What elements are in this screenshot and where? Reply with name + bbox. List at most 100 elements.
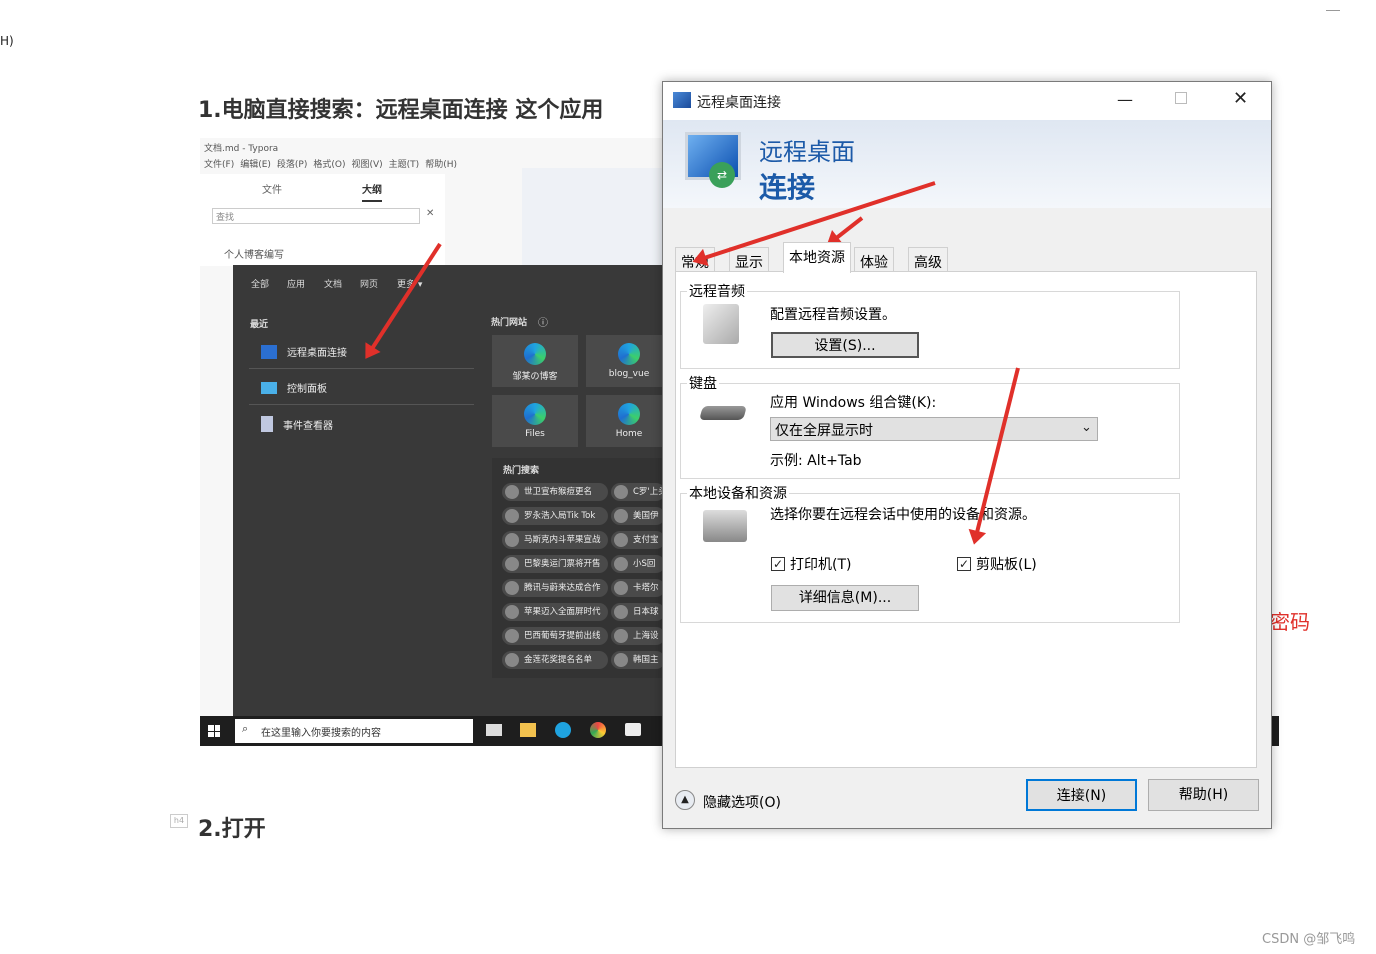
recent-item[interactable]: 事件查看器 (249, 407, 474, 441)
hot-search-item[interactable]: 腾讯与蔚来达成合作 (502, 579, 608, 597)
edge-icon (524, 403, 546, 425)
devices-group: 本地设备和资源 选择你要在远程会话中使用的设备和资源。 ✓ 打印机(T) ✓ 剪… (680, 483, 1180, 623)
site-tile[interactable]: Home (586, 395, 665, 447)
hot-search-item[interactable]: 上海设 (611, 627, 665, 645)
connect-arrows-icon: ⇄ (709, 162, 735, 188)
maximize-button[interactable] (1175, 92, 1187, 104)
rdp-icon (261, 344, 277, 359)
keyboard-example: 示例: Alt+Tab (770, 453, 862, 469)
site-tile[interactable]: Files (492, 395, 578, 447)
hot-search-item[interactable]: 支付宝 (611, 531, 665, 549)
rdp-app-icon (673, 92, 691, 108)
tile-label: 邹某の博客 (512, 372, 558, 382)
recent-item[interactable]: 控制面板 (249, 371, 474, 405)
start-menu: 全部 应用 文档 网页 更多 ▾ 最近 远程桌面连接 控制面板 事件查看器 热门… (233, 265, 665, 716)
minimize-button[interactable]: — (1117, 90, 1133, 109)
search-icon: ⌕ (242, 722, 249, 735)
hot-search-item[interactable]: 美国伊 (611, 507, 665, 525)
windows-icon[interactable] (208, 725, 220, 737)
event-viewer-icon (261, 416, 273, 432)
hot-search-item[interactable]: 世卫宣布猴痘更名 (502, 483, 608, 501)
start-tab-docs[interactable]: 文档 (324, 277, 342, 290)
hot-search-item[interactable]: 巴西葡萄牙提前出线 (502, 627, 608, 645)
tab-experience[interactable]: 体验 (854, 247, 894, 273)
tab-panel: 远程音频 配置远程音频设置。 设置(S)... 键盘 应用 Windows 组合… (675, 271, 1257, 768)
tile-label: blog_vue (608, 369, 650, 379)
devices-desc: 选择你要在远程会话中使用的设备和资源。 (770, 507, 1036, 523)
connect-button[interactable]: 连接(N) (1026, 779, 1137, 811)
menu-item[interactable]: 格式(O) (313, 157, 345, 170)
hot-search-item[interactable]: 巴黎奥运门票将开售 (502, 555, 608, 573)
collapse-icon[interactable]: ▲ (675, 790, 695, 810)
tab-advanced[interactable]: 高级 (908, 247, 948, 273)
control-panel-icon (261, 381, 277, 394)
chevron-down-icon[interactable]: ⌄ (1081, 420, 1092, 435)
camera-icon[interactable] (625, 723, 641, 736)
recent-item-label: 控制面板 (287, 384, 327, 395)
edge-icon (524, 343, 546, 365)
audio-settings-button[interactable]: 设置(S)... (771, 332, 919, 358)
hide-options-link[interactable]: 隐藏选项(O) (703, 792, 781, 812)
site-tile[interactable]: blog_vue (586, 335, 665, 387)
chrome-icon[interactable] (590, 722, 606, 738)
menu-item[interactable]: 帮助(H) (425, 157, 457, 170)
keyboard-icon (699, 406, 747, 420)
speaker-icon (703, 304, 739, 344)
tab-files[interactable]: 文件 (262, 181, 282, 196)
taskbar-search[interactable]: 在这里输入你要搜索的内容 (235, 719, 473, 743)
title-bar: 远程桌面连接 — ✕ (663, 82, 1271, 120)
menu-item[interactable]: 编辑(E) (240, 157, 271, 170)
tab-local-resources[interactable]: 本地资源 (783, 242, 851, 273)
outline-item[interactable]: 个人博客编写 (224, 246, 284, 261)
hot-search-item[interactable]: 苹果迈入全面屏时代 (502, 603, 608, 621)
hot-search-item[interactable]: 韩国主 (611, 651, 665, 669)
menu-item[interactable]: 主题(T) (389, 157, 420, 170)
banner-line2: 连接 (759, 171, 816, 204)
typora-menu: 文件(F) 编辑(E) 段落(P) 格式(O) 视图(V) 主题(T) 帮助(H… (204, 157, 457, 170)
tab-outline[interactable]: 大纲 (362, 181, 382, 202)
embedded-screenshot: 文档.md - Typora 文件(F) 编辑(E) 段落(P) 格式(O) 视… (200, 138, 665, 746)
recent-label: 最近 (250, 320, 269, 330)
menu-item[interactable]: 文件(F) (204, 157, 234, 170)
folder-icon[interactable] (520, 723, 536, 737)
start-tab-all[interactable]: 全部 (251, 277, 269, 290)
recent-item-label: 事件查看器 (283, 420, 333, 432)
taskbar-edge (1272, 716, 1279, 746)
devices-group-label: 本地设备和资源 (687, 483, 789, 503)
keyboard-group: 键盘 应用 Windows 组合键(K): 仅在全屏显示时 ⌄ 示例: Alt+… (680, 373, 1180, 479)
taskbar: 在这里输入你要搜索的内容 ⌕ (200, 716, 665, 746)
help-button[interactable]: 帮助(H) (1148, 779, 1259, 811)
hot-search-item[interactable]: 日本球 (611, 603, 665, 621)
clipboard-checkbox[interactable]: ✓ (957, 557, 971, 571)
menu-item[interactable]: 视图(V) (351, 157, 382, 170)
tab-display[interactable]: 显示 (729, 247, 769, 273)
hot-search-item[interactable]: 罗永浩入局Tik Tok (502, 507, 608, 525)
info-icon[interactable]: ⓘ (538, 314, 548, 329)
keyboard-group-label: 键盘 (687, 373, 719, 393)
printer-checkbox[interactable]: ✓ (771, 557, 785, 571)
site-tile[interactable]: 邹某の博客 (492, 335, 578, 387)
hot-sites-label: 热门网站 (491, 318, 528, 328)
hot-search-label: 热门搜索 (503, 466, 540, 476)
hot-search-item[interactable]: 卡塔尔 (611, 579, 665, 597)
hot-search-item[interactable]: C罗'上头 (611, 483, 665, 501)
keyboard-desc: 应用 Windows 组合键(K): (770, 395, 937, 411)
windows-keys-select[interactable]: 仅在全屏显示时 (770, 417, 1098, 441)
mail-icon[interactable] (486, 724, 502, 736)
start-tab-apps[interactable]: 应用 (287, 277, 305, 290)
edge-icon (618, 403, 640, 425)
outline-search-input[interactable]: 查找 (212, 208, 420, 224)
audio-desc: 配置远程音频设置。 (770, 307, 896, 323)
hot-search-item[interactable]: 小S回 (611, 555, 665, 573)
tile-label: Home (615, 429, 643, 439)
hot-search-item[interactable]: 马斯克内斗苹果宣战 (502, 531, 608, 549)
details-button[interactable]: 详细信息(M)... (771, 585, 919, 611)
background-window (522, 168, 665, 268)
edge-icon[interactable] (555, 722, 571, 738)
heading-1: 1.电脑直接搜索：远程桌面连接 这个应用 (198, 98, 604, 123)
hot-search-item[interactable]: 金莲花奖提名名单 (502, 651, 608, 669)
close-icon[interactable]: ✕ (426, 208, 434, 219)
close-button[interactable]: ✕ (1233, 88, 1248, 109)
menu-item[interactable]: 段落(P) (277, 157, 307, 170)
start-tab-web[interactable]: 网页 (360, 277, 378, 290)
